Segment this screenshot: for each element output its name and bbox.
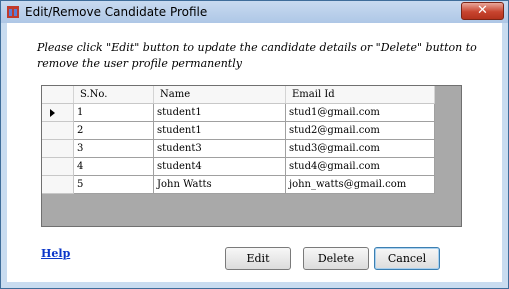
cell-email[interactable]: stud2@gmail.com (286, 122, 435, 140)
cell-email[interactable]: john_watts@gmail.com (286, 176, 435, 194)
title-bar[interactable]: Edit/Remove Candidate Profile ✕ (1, 1, 508, 23)
cell-sno[interactable]: 1 (74, 104, 154, 122)
cell-name[interactable]: student1 (154, 104, 286, 122)
instruction-text: Please click "Edit" button to update the… (37, 41, 477, 70)
cell-sno[interactable]: 4 (74, 158, 154, 176)
column-header-email[interactable]: Email Id (286, 86, 435, 103)
table-row[interactable]: 2 student1 stud2@gmail.com (42, 122, 435, 140)
row-selector[interactable] (42, 140, 74, 158)
close-icon: ✕ (477, 3, 488, 18)
app-window-icon (7, 6, 19, 18)
window-title: Edit/Remove Candidate Profile (25, 5, 208, 19)
cell-email[interactable]: stud3@gmail.com (286, 140, 435, 158)
cell-sno[interactable]: 3 (74, 140, 154, 158)
cell-name[interactable]: student4 (154, 158, 286, 176)
cancel-button[interactable]: Cancel (374, 247, 440, 270)
cell-name[interactable]: John Watts (154, 176, 286, 194)
table-row[interactable]: 1 student1 stud1@gmail.com (42, 104, 435, 122)
delete-button[interactable]: Delete (303, 247, 369, 270)
row-selector[interactable] (42, 104, 74, 122)
row-selector[interactable] (42, 176, 74, 194)
cell-sno[interactable]: 2 (74, 122, 154, 140)
grid-corner (42, 86, 74, 103)
row-selector[interactable] (42, 122, 74, 140)
table-row[interactable]: 3 student3 stud3@gmail.com (42, 140, 435, 158)
table-row[interactable]: 5 John Watts john_watts@gmail.com (42, 176, 435, 194)
cell-email[interactable]: stud4@gmail.com (286, 158, 435, 176)
cell-name[interactable]: student3 (154, 140, 286, 158)
help-link[interactable]: Help (41, 247, 70, 260)
column-header-sno[interactable]: S.No. (74, 86, 154, 103)
cell-name[interactable]: student1 (154, 122, 286, 140)
table-row[interactable]: 4 student4 stud4@gmail.com (42, 158, 435, 176)
edit-button[interactable]: Edit (225, 247, 291, 270)
grid-header: S.No. Name Email Id (42, 86, 435, 104)
row-pointer-icon (50, 109, 55, 117)
cell-email[interactable]: stud1@gmail.com (286, 104, 435, 122)
candidate-grid[interactable]: S.No. Name Email Id 1 student1 stud1@gma… (41, 85, 462, 227)
column-header-name[interactable]: Name (154, 86, 286, 103)
cell-sno[interactable]: 5 (74, 176, 154, 194)
dialog-body: Please click "Edit" button to update the… (7, 23, 502, 282)
row-selector[interactable] (42, 158, 74, 176)
close-button[interactable]: ✕ (461, 2, 504, 20)
dialog-window: Edit/Remove Candidate Profile ✕ Please c… (0, 0, 509, 289)
